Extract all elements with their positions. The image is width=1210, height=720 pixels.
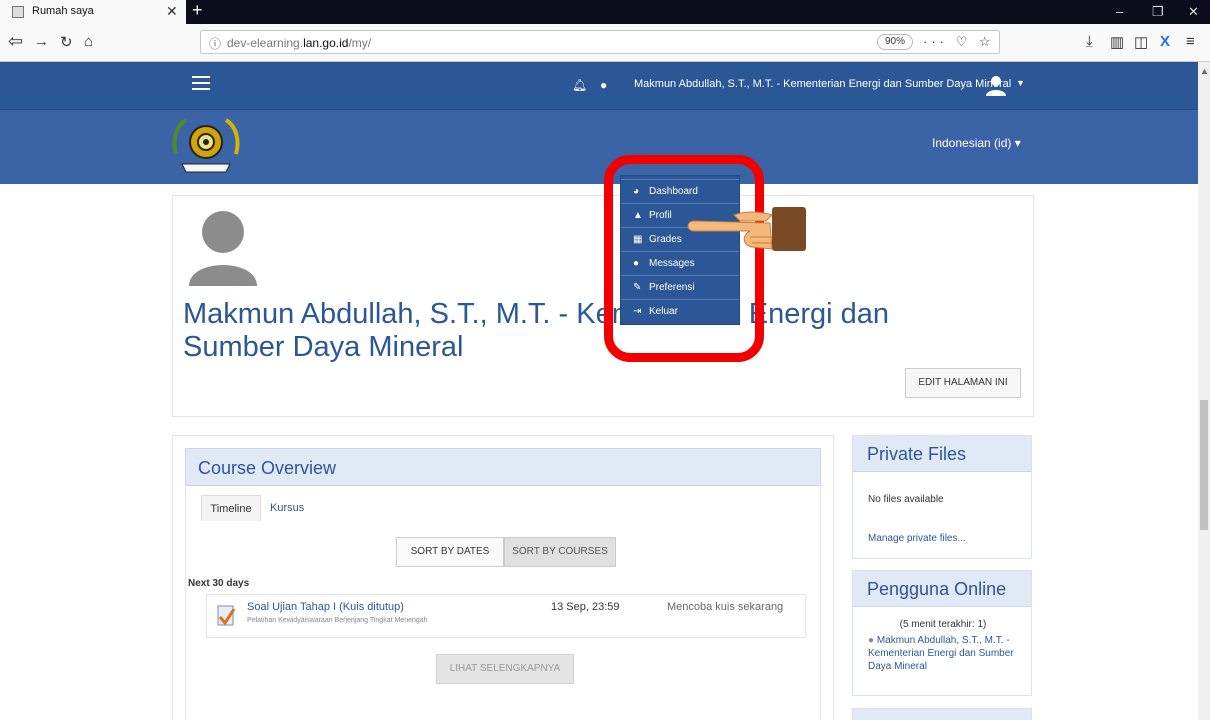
pointing-hand-icon xyxy=(687,207,806,251)
notification-bell-icon[interactable]: 🔔︎ xyxy=(572,78,587,92)
language-selector[interactable]: Indonesian (id) ▾ xyxy=(932,136,1021,150)
list-item: Soal Ujian Tahap I (Kuis ditutup) Pelati… xyxy=(206,594,806,638)
back-icon[interactable]: ⇦ xyxy=(8,31,23,52)
browser-toolbar: ⇦ → ↻ ⌂ ⓘ dev-elearning.lan.go.id/my/ 90… xyxy=(0,24,1210,62)
download-icon[interactable]: ⤓ xyxy=(1086,33,1093,50)
site-logo[interactable] xyxy=(168,114,244,176)
menu-icon[interactable]: ≡ xyxy=(1186,33,1195,50)
course-overview-body: Timeline Kursus SORT BY DATES SORT BY CO… xyxy=(185,485,821,720)
next-block-header xyxy=(853,709,1031,720)
user-menu-caret-icon[interactable]: ▼ xyxy=(1016,78,1025,88)
profile-avatar xyxy=(189,211,257,286)
new-tab-button[interactable]: + xyxy=(192,0,203,21)
private-files-title: Private Files xyxy=(853,436,1031,472)
url-text: dev-elearning.lan.go.id/my/ xyxy=(227,36,372,50)
messages-icon[interactable]: ● xyxy=(600,78,607,92)
close-window-icon[interactable]: ✕ xyxy=(1188,4,1199,20)
forward-icon[interactable]: → xyxy=(34,33,49,50)
library-icon[interactable]: ▥ xyxy=(1110,33,1124,51)
online-users-subtitle: (5 menit terakhir: 1) xyxy=(899,619,987,630)
event-action-link[interactable]: Mencoba kuis sekarang xyxy=(667,601,783,613)
home-icon[interactable]: ⌂ xyxy=(84,33,93,50)
restore-window-icon[interactable]: ❐ xyxy=(1152,4,1164,20)
navbar-user-name[interactable]: Makmun Abdullah, S.T., M.T. - Kementeria… xyxy=(634,78,1011,90)
online-users-block: Pengguna Online (5 menit terakhir: 1) ● … xyxy=(852,570,1032,696)
online-user-link[interactable]: ● Makmun Abdullah, S.T., M.T. - Kementer… xyxy=(868,634,1028,673)
scrollbar-thumb[interactable] xyxy=(1200,400,1208,530)
minimize-window-icon[interactable]: – xyxy=(1116,4,1123,19)
event-date: 13 Sep, 23:59 xyxy=(551,601,620,613)
online-users-title: Pengguna Online xyxy=(853,571,1031,607)
profile-header-card: Makmun Abdullah, S.T., M.T. - Kementeria… xyxy=(172,195,1034,417)
private-files-block: Private Files No files available Manage … xyxy=(852,435,1032,559)
next-block xyxy=(852,708,1032,720)
page-actions-icon[interactable]: ··· ♡ ☆ xyxy=(923,34,995,50)
page-header: Indonesian (id) ▾ xyxy=(0,110,1198,184)
show-more-button[interactable]: LIHAT SELENGKAPNYA xyxy=(436,654,574,684)
tab-timeline[interactable]: Timeline xyxy=(201,495,261,521)
sort-by-courses-button[interactable]: SORT BY COURSES xyxy=(504,537,616,567)
manage-private-files-link[interactable]: Manage private files... xyxy=(868,533,966,544)
page-scrollbar[interactable]: ▲ xyxy=(1198,62,1210,720)
online-user-name: Makmun Abdullah, S.T., M.T. - Kementeria… xyxy=(868,635,1014,672)
site-favicon-icon xyxy=(12,6,24,18)
user-avatar-icon[interactable] xyxy=(985,74,1007,96)
moodle-navbar: 🔔︎ ● Makmun Abdullah, S.T., M.T. - Kemen… xyxy=(0,62,1198,110)
tab-kursus[interactable]: Kursus xyxy=(270,495,304,521)
address-bar[interactable]: ⓘ dev-elearning.lan.go.id/my/ 90% ··· ♡ … xyxy=(200,30,1000,54)
scroll-up-icon[interactable]: ▲ xyxy=(1200,66,1209,76)
browser-tab-title: Rumah saya xyxy=(32,5,94,17)
page-title: Makmun Abdullah, S.T., M.T. - Kementeria… xyxy=(183,298,890,363)
sort-by-dates-button[interactable]: SORT BY DATES xyxy=(396,537,504,567)
extension-x-icon[interactable]: X xyxy=(1160,33,1170,50)
course-overview-title: Course Overview xyxy=(198,458,337,478)
edit-page-button[interactable]: EDIT HALAMAN INI xyxy=(905,368,1021,398)
zoom-level[interactable]: 90% xyxy=(877,34,913,50)
course-overview-block: Course Overview Timeline Kursus SORT BY … xyxy=(172,435,834,720)
browser-tab[interactable]: Rumah saya ✕ xyxy=(0,0,186,24)
page-content: 🔔︎ ● Makmun Abdullah, S.T., M.T. - Kemen… xyxy=(0,62,1198,720)
browser-tab-strip: Rumah saya ✕ + – ❐ ✕ xyxy=(0,0,1210,24)
user-icon: ● xyxy=(868,635,877,646)
event-title-link[interactable]: Soal Ujian Tahap I (Kuis ditutup) xyxy=(247,601,404,613)
nav-drawer-toggle-icon[interactable] xyxy=(192,76,210,90)
course-overview-header: Course Overview xyxy=(185,448,821,486)
reload-icon[interactable]: ↻ xyxy=(60,33,73,51)
close-tab-icon[interactable]: ✕ xyxy=(166,3,178,20)
quiz-icon xyxy=(217,605,235,626)
event-course-name: Pelatihan Kewidyaiswaraan Berjenjang Tin… xyxy=(247,617,428,624)
site-info-icon[interactable]: ⓘ xyxy=(209,35,221,52)
timeline-section-label: Next 30 days xyxy=(188,578,250,589)
private-files-empty-text: No files available xyxy=(868,494,944,505)
sidebar-icon[interactable]: ◫ xyxy=(1134,33,1148,51)
